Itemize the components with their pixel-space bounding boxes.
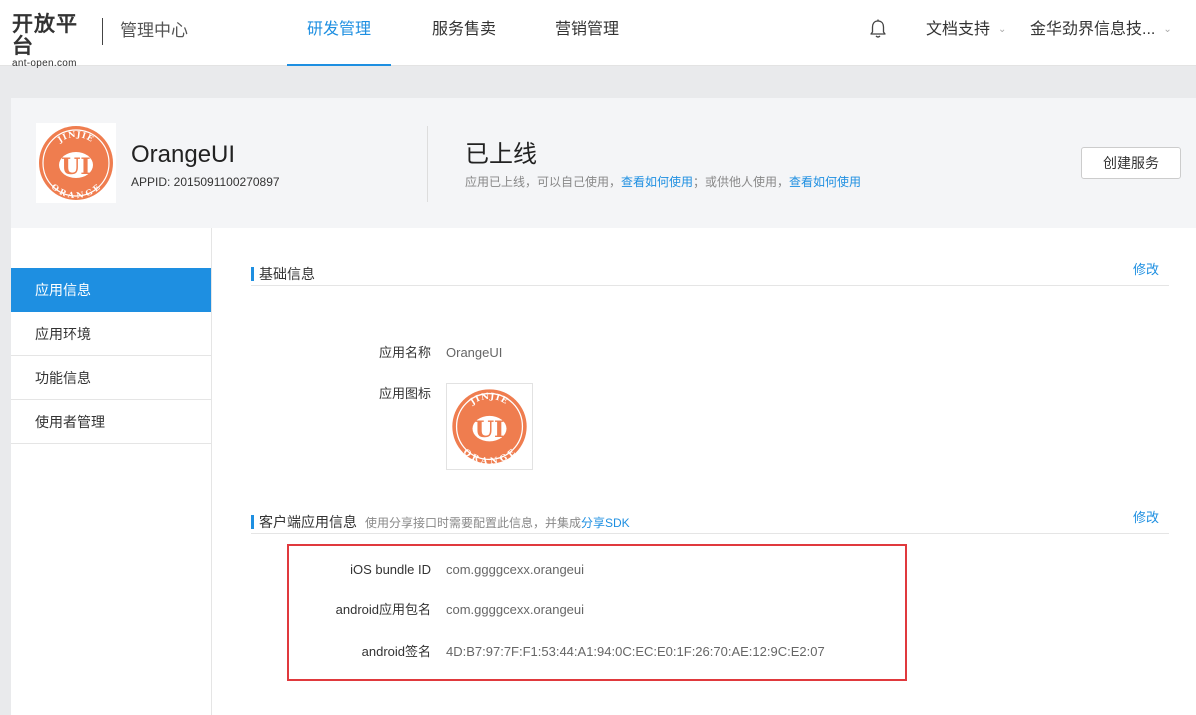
platform-logo[interactable]: 开放平台 ant-open.com [12, 14, 92, 70]
header-divider [427, 126, 428, 202]
app-detail-card: UI JINJIE ORANGE OrangeUI APPID: 2015091… [11, 98, 1196, 715]
account-name: 金华劲界信息技... [1030, 21, 1156, 39]
nav-label: 研发管理 [306, 21, 371, 38]
app-name-value: OrangeUI [446, 345, 503, 360]
sidebar-item-label: 功能信息 [35, 370, 91, 386]
section-accent-bar [251, 515, 254, 529]
client-info-edit-link[interactable]: 修改 [1133, 508, 1159, 528]
chevron-down-icon: ⌄ [998, 24, 1007, 35]
nav-label: 营销管理 [554, 21, 619, 38]
app-status-description: 应用已上线，可以自己使用，查看如何使用；或供他人使用，查看如何使用 [465, 173, 861, 191]
client-info-highlight-box [287, 544, 907, 681]
app-header: UI JINJIE ORANGE OrangeUI APPID: 2015091… [11, 98, 1196, 228]
sidebar-item-label: 应用环境 [35, 326, 91, 342]
section-title: 客户端应用信息 使用分享接口时需要配置此信息，并集成分享SDK [259, 512, 630, 533]
sidebar-item-app-environment[interactable]: 应用环境 [11, 312, 211, 356]
how-to-use-link-self[interactable]: 查看如何使用 [621, 175, 693, 189]
logo-mid-text: UI [61, 154, 90, 180]
logo-divider [102, 18, 103, 45]
bell-icon[interactable] [868, 18, 888, 40]
app-status-title: 已上线 [465, 141, 537, 168]
basic-info-edit-link[interactable]: 修改 [1133, 260, 1159, 280]
section-title: 基础信息 [259, 266, 315, 282]
status-text-1: 应用已上线，可以自己使用， [465, 175, 622, 189]
docs-support-label: 文档支持 [926, 21, 991, 39]
status-text-2: ；或供他人使用， [693, 175, 790, 189]
app-logo: UI JINJIE ORANGE [36, 123, 116, 203]
section-note: 使用分享接口时需要配置此信息，并集成分享SDK [365, 516, 630, 530]
share-sdk-link[interactable]: 分享SDK [581, 516, 630, 530]
top-navbar: 开放平台 ant-open.com 管理中心 研发管理 服务售卖 营销管理 文档… [0, 0, 1196, 69]
chevron-down-icon: ⌄ [1163, 24, 1172, 35]
docs-support-dropdown[interactable]: 文档支持 ⌄ [926, 0, 1006, 60]
client-info-section-header: 客户端应用信息 使用分享接口时需要配置此信息，并集成分享SDK 修改 [251, 510, 1169, 534]
sidebar: 应用信息 应用环境 功能信息 使用者管理 [11, 228, 212, 715]
sidebar-item-app-info[interactable]: 应用信息 [11, 268, 211, 312]
logo-domain: ant-open.com [12, 58, 77, 69]
app-icon-preview: UI JINJIE ORANGE [446, 383, 533, 470]
orange-ui-logo-icon: UI JINJIE ORANGE [452, 389, 527, 467]
sidebar-item-feature-info[interactable]: 功能信息 [11, 356, 211, 400]
sidebar-item-user-management[interactable]: 使用者管理 [11, 400, 211, 444]
nav-active-underline [287, 64, 391, 66]
section-title-text: 客户端应用信息 [259, 514, 357, 530]
logo-title: 开放平台 [12, 13, 78, 58]
app-icon-label: 应用图标 [378, 386, 431, 401]
section-accent-bar [251, 267, 254, 281]
app-id: APPID: 2015091100270897 [131, 175, 280, 189]
basic-info-section-header: 基础信息 修改 [251, 262, 1169, 286]
nav-marketing-management[interactable]: 营销管理 [535, 0, 639, 66]
logo-mid-text: UI [475, 417, 505, 443]
sidebar-item-label: 应用信息 [35, 282, 91, 298]
how-to-use-link-others[interactable]: 查看如何使用 [789, 175, 861, 189]
create-service-button[interactable]: 创建服务 [1081, 147, 1181, 179]
nav-label: 服务售卖 [431, 21, 496, 38]
app-name: OrangeUI [131, 141, 236, 168]
account-dropdown[interactable]: 金华劲界信息技... ⌄ [1030, 0, 1172, 60]
nav-service-sales[interactable]: 服务售卖 [412, 0, 516, 66]
app-name-label: 应用名称 [378, 345, 431, 360]
section-note-text: 使用分享接口时需要配置此信息，并集成 [365, 516, 582, 530]
nav-dev-management[interactable]: 研发管理 [287, 0, 391, 66]
orange-ui-logo-icon: UI JINJIE ORANGE [39, 126, 113, 200]
sidebar-item-label: 使用者管理 [35, 414, 105, 430]
management-center-label: 管理中心 [120, 21, 188, 40]
